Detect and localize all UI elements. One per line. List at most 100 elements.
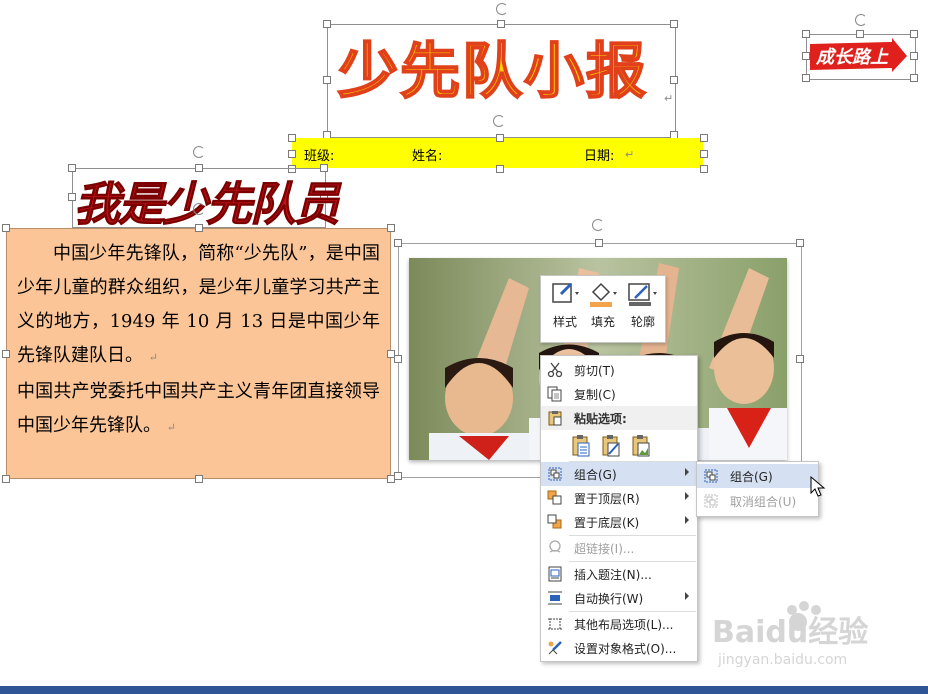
resize-handle[interactable] — [288, 150, 296, 158]
resize-handle[interactable] — [195, 224, 203, 232]
resize-handle[interactable] — [910, 30, 918, 38]
mouse-cursor-icon — [810, 476, 826, 497]
menu-item-hyperlink[interactable]: 超链接(I)... — [541, 536, 697, 560]
resize-handle[interactable] — [700, 134, 708, 142]
resize-handle[interactable] — [796, 355, 804, 363]
paste-keep-source-icon[interactable] — [571, 434, 591, 458]
resize-handle[interactable] — [195, 475, 203, 483]
resize-handle[interactable] — [288, 134, 296, 142]
bottom-accent-strip — [0, 686, 928, 694]
rotate-handle-icon[interactable] — [592, 219, 604, 231]
group-icon — [548, 467, 562, 481]
info-bar[interactable]: 班级: 姓名: 日期: ↵ — [292, 138, 703, 168]
menu-item-cut[interactable]: 剪切(T) — [541, 358, 697, 382]
resize-handle[interactable] — [910, 74, 918, 82]
paste-picture-icon[interactable] — [631, 434, 651, 458]
name-label: 姓名: — [412, 149, 443, 164]
rotate-handle-icon[interactable] — [193, 203, 205, 215]
resize-handle[interactable] — [796, 239, 804, 247]
menu-item-more-layout[interactable]: 其他布局选项(L)... — [541, 612, 697, 636]
fill-button[interactable] — [585, 280, 621, 312]
menu-item-send-to-back[interactable]: 置于底层(K) — [541, 510, 697, 534]
hyperlink-icon — [549, 540, 561, 553]
class-label: 班级: — [304, 149, 335, 164]
group-icon — [704, 469, 718, 483]
send-to-back-icon — [547, 514, 562, 529]
watermark-url: jingyan.baidu.com — [717, 652, 847, 668]
outline-label: 轮廓 — [630, 315, 655, 329]
insert-caption-icon — [548, 566, 562, 582]
fill-label: 填充 — [590, 315, 615, 329]
resize-handle[interactable] — [497, 20, 505, 28]
submenu-arrow-icon — [685, 516, 689, 524]
submenu-item-group[interactable]: 组合(G) — [697, 464, 818, 488]
paste-merge-format-icon[interactable] — [601, 434, 621, 458]
resize-handle[interactable] — [496, 165, 504, 173]
resize-handle[interactable] — [856, 30, 864, 38]
resize-handle[interactable] — [910, 52, 918, 60]
resize-handle[interactable] — [323, 76, 331, 84]
resize-handle[interactable] — [670, 76, 678, 84]
resize-handle[interactable] — [2, 224, 10, 232]
date-label: 日期: — [584, 149, 615, 164]
resize-handle[interactable] — [2, 475, 10, 483]
group-submenu: 组合(G) 取消组合(U) — [696, 461, 819, 517]
layout-options-icon — [548, 618, 562, 630]
intro-textbox[interactable]: 中国少年先锋队，简称“少先队”，是中国少年儿童的群众组织，是少年儿童学习共产主义… — [6, 228, 391, 479]
wrap-text-icon — [548, 591, 562, 605]
resize-handle[interactable] — [700, 150, 708, 158]
rotate-handle-icon[interactable] — [493, 115, 505, 127]
resize-handle[interactable] — [802, 74, 810, 82]
resize-handle[interactable] — [700, 165, 708, 173]
menu-item-group[interactable]: 组合(G) — [541, 462, 697, 486]
menu-item-copy[interactable]: 复制(C) — [541, 382, 697, 406]
resize-handle[interactable] — [394, 355, 402, 363]
submenu-item-ungroup[interactable]: 取消组合(U) — [697, 489, 818, 513]
menu-item-wrap-text[interactable]: 自动换行(W) — [541, 586, 697, 610]
rotate-handle-icon[interactable] — [496, 3, 508, 15]
bring-to-front-icon — [547, 490, 562, 505]
menu-item-paste-options: 粘贴选项: — [541, 406, 697, 430]
menu-item-insert-caption[interactable]: 插入题注(N)... — [541, 562, 697, 586]
baidu-watermark: Baidu经验 jingyan.baidu.com — [712, 600, 892, 670]
submenu-arrow-icon — [685, 468, 689, 476]
submenu-arrow-icon — [685, 492, 689, 500]
rotate-handle-icon[interactable] — [855, 14, 867, 26]
resize-handle[interactable] — [670, 20, 678, 28]
resize-handle[interactable] — [496, 134, 504, 142]
mini-toolbar: 样式 填充 轮廓 — [540, 275, 666, 343]
newspaper-title: 少先队小报 — [337, 37, 648, 107]
paragraph-mark: ↵ — [625, 148, 635, 161]
resize-handle[interactable] — [323, 20, 331, 28]
outline-button[interactable] — [625, 280, 661, 312]
intro-paragraph-1: 中国少年先锋队，简称“少先队”，是中国少年儿童的群众组织，是少年儿童学习共产主义… — [17, 243, 380, 366]
menu-item-bring-to-front[interactable]: 置于顶层(R) — [541, 486, 697, 510]
paste-options-row — [571, 432, 661, 460]
copy-icon — [547, 386, 562, 402]
resize-handle[interactable] — [394, 472, 402, 480]
intro-paragraph-2: 中国共产党委托中国共产主义青年团直接领导中国少年先锋队。 ↵ — [17, 381, 380, 436]
resize-handle[interactable] — [802, 30, 810, 38]
fill-bucket-icon — [590, 282, 617, 307]
scissors-icon — [547, 362, 563, 378]
resize-handle[interactable] — [2, 350, 10, 358]
menu-item-format-object[interactable]: 设置对象格式(O)... — [541, 636, 697, 660]
shape-style-icon — [552, 282, 579, 303]
watermark-brand: Baidu经验 — [712, 615, 868, 650]
resize-handle[interactable] — [394, 239, 402, 247]
format-object-icon — [548, 641, 562, 655]
paste-clipboard-icon — [548, 411, 562, 426]
outline-pen-icon — [628, 283, 657, 306]
resize-handle[interactable] — [387, 224, 395, 232]
calligraphy-title: 我是少先队员 — [74, 177, 341, 232]
resize-handle[interactable] — [595, 239, 603, 247]
style-button[interactable] — [547, 280, 583, 312]
paragraph-mark: ↵ — [664, 92, 674, 105]
style-label: 样式 — [552, 315, 577, 329]
growth-badge-text: 成长路上 — [815, 47, 889, 68]
context-menu: 剪切(T) 复制(C) 粘贴选项: 组合(G) 置于顶层(R) 置于底层(K) … — [540, 355, 698, 662]
ungroup-icon — [704, 494, 718, 508]
rotate-handle-icon[interactable] — [193, 146, 205, 158]
submenu-arrow-icon — [685, 592, 689, 600]
growth-badge: 成长路上 — [808, 38, 908, 74]
